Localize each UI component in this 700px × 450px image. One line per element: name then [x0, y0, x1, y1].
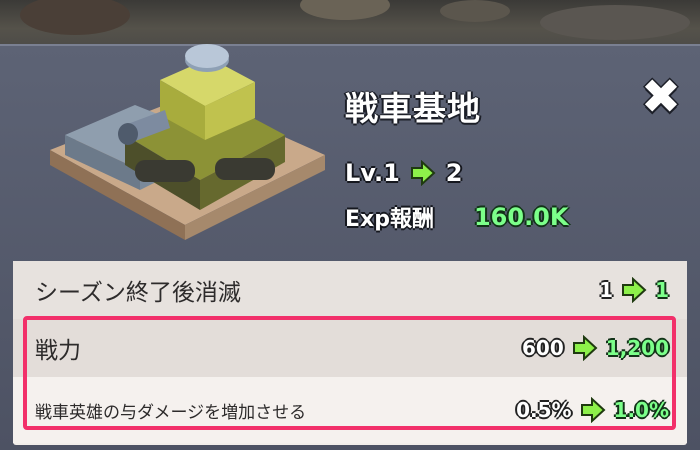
stat-row: 戦車英雄の与ダメージを増加させる 0.5% 1.0% [13, 377, 687, 443]
green-arrow-icon [410, 160, 436, 186]
building-title: 戦車基地 [345, 89, 481, 128]
stat-from: 0.5% [516, 398, 572, 422]
stat-from: 1 [599, 278, 614, 302]
stats-table: シーズン終了後消滅 1 1 戦力 600 1,200 戦車英雄の与ダメージを増加… [13, 261, 687, 445]
background-rock [20, 0, 130, 35]
close-icon[interactable]: ✖ [641, 69, 681, 125]
tank-base-icon [50, 44, 325, 240]
stat-label: 戦車英雄の与ダメージを増加させる [35, 402, 307, 423]
exp-label: Exp報酬 [345, 207, 434, 232]
background-rock [540, 5, 690, 40]
green-arrow-icon [622, 277, 647, 303]
stat-values: 600 1,200 [522, 335, 669, 361]
stat-values: 1 1 [599, 277, 669, 303]
stat-from: 600 [521, 336, 564, 360]
background-rock [440, 0, 510, 22]
stat-values: 0.5% 1.0% [516, 397, 669, 423]
stat-to: 1 [655, 278, 669, 302]
stat-label: 戦力 [35, 338, 81, 364]
level-row: Lv.1 2 [345, 155, 463, 191]
green-arrow-icon [580, 397, 606, 423]
stat-row: 戦力 600 1,200 [13, 319, 687, 377]
exp-value: 160.0K [473, 203, 569, 231]
stat-to: 1.0% [613, 398, 669, 422]
stat-to: 1,200 [605, 336, 669, 360]
stat-row: シーズン終了後消滅 1 1 [13, 261, 687, 319]
stat-label: シーズン終了後消滅 [35, 280, 241, 306]
close-button[interactable]: ✖ [636, 72, 686, 122]
green-arrow-icon [572, 335, 598, 361]
level-current: Lv.1 [345, 159, 400, 187]
background-rock [300, 0, 390, 20]
exp-reward-row: Exp報酬 160.0K [345, 200, 568, 234]
level-next: 2 [445, 159, 463, 187]
